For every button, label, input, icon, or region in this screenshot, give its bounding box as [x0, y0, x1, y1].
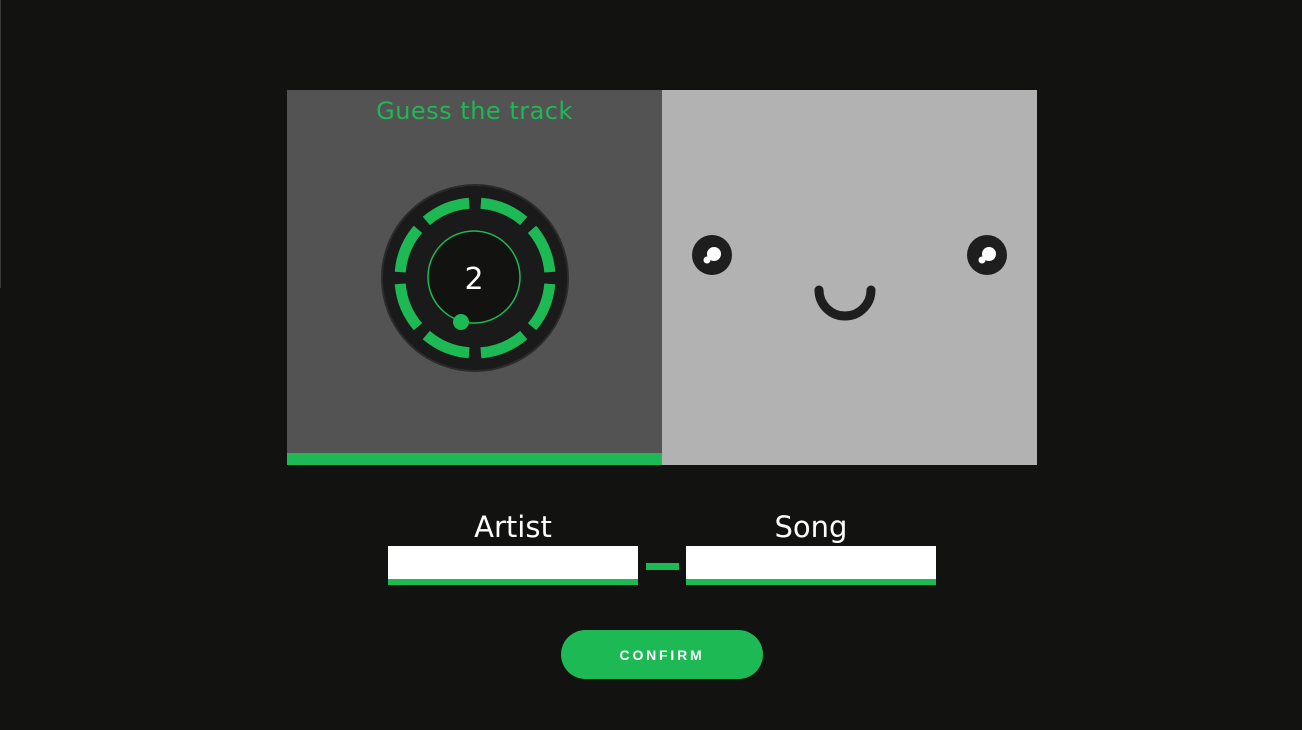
song-input[interactable]: [686, 546, 936, 585]
timer-countdown: 2: [464, 262, 483, 297]
smile-mouth: [814, 285, 876, 321]
countdown-ring-icon: 2: [381, 184, 569, 372]
song-field: Song: [686, 508, 936, 585]
timer-progress-dot: [453, 314, 469, 330]
confirm-button[interactable]: CONFIRM: [561, 630, 763, 679]
guess-form: Artist Song: [388, 508, 936, 588]
left-eye: [692, 235, 732, 275]
track-progress-bar: [287, 453, 662, 465]
right-eye: [967, 235, 1007, 275]
artist-label: Artist: [474, 510, 552, 544]
song-label: Song: [774, 510, 848, 544]
artist-input[interactable]: [388, 546, 638, 585]
game-screen: Guess the track 2 Artist Song CONFIRM: [0, 0, 1302, 730]
separator-dash: [646, 563, 679, 570]
smiley-face-icon: [692, 235, 1007, 321]
left-edge-divider: [0, 0, 1, 288]
guess-title: Guess the track: [376, 97, 573, 125]
player-card: Guess the track 2: [287, 90, 662, 465]
artist-field: Artist: [388, 508, 638, 585]
game-cards: Guess the track 2: [287, 90, 1037, 465]
album-cover-card: [662, 90, 1037, 465]
